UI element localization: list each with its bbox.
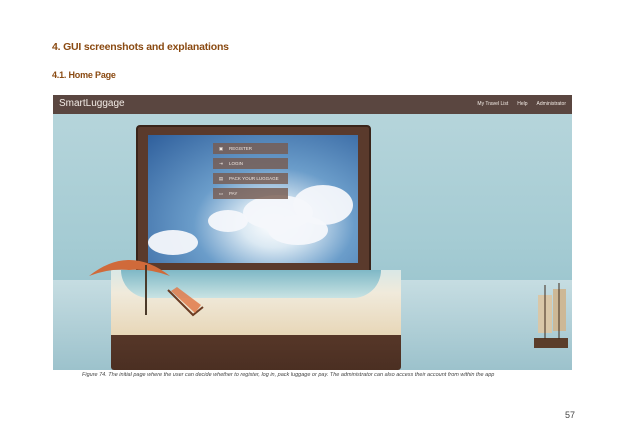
menu-register-label: REGISTER — [229, 146, 253, 151]
nav-help[interactable]: Help — [517, 101, 527, 107]
beach-umbrella-icon — [89, 260, 170, 276]
nav-links: My Travel List Help Administrator — [477, 101, 566, 107]
main-menu: ▣ REGISTER ⇥ LOGIN ▤ PACK YOUR LUGGAGE ▭… — [213, 143, 288, 203]
luggage-icon: ▤ — [218, 176, 224, 181]
menu-login-label: LOGIN — [229, 161, 244, 166]
navbar: SmartLuggage My Travel List Help Adminis… — [53, 95, 572, 114]
nav-my-travel-list[interactable]: My Travel List — [477, 101, 508, 107]
umbrella-pole — [145, 265, 147, 315]
menu-pay-label: PAY — [229, 191, 238, 196]
brand-logo[interactable]: SmartLuggage — [59, 98, 125, 109]
page-number: 57 — [565, 410, 576, 420]
suitcase-base-image — [111, 270, 401, 370]
screenshot-home-page: SmartLuggage My Travel List Help Adminis… — [53, 95, 572, 370]
sky-screen: ▣ REGISTER ⇥ LOGIN ▤ PACK YOUR LUGGAGE ▭… — [148, 135, 358, 263]
credit-card-icon: ▭ — [218, 191, 224, 196]
figure-caption: Figure 74. The initial page where the us… — [82, 372, 495, 378]
id-card-icon: ▣ — [218, 146, 224, 151]
nav-administrator[interactable]: Administrator — [537, 101, 566, 107]
section-heading: 4. GUI screenshots and explanations — [52, 41, 229, 53]
deck-chair-icon — [167, 287, 204, 317]
menu-pack-luggage[interactable]: ▤ PACK YOUR LUGGAGE — [213, 173, 288, 184]
menu-register[interactable]: ▣ REGISTER — [213, 143, 288, 154]
subsection-heading: 4.1. Home Page — [52, 70, 116, 80]
menu-pack-luggage-label: PACK YOUR LUGGAGE — [229, 176, 279, 181]
sailing-ship-icon — [534, 283, 568, 348]
menu-pay[interactable]: ▭ PAY — [213, 188, 288, 199]
login-icon: ⇥ — [219, 161, 223, 166]
menu-login[interactable]: ⇥ LOGIN — [213, 158, 288, 169]
